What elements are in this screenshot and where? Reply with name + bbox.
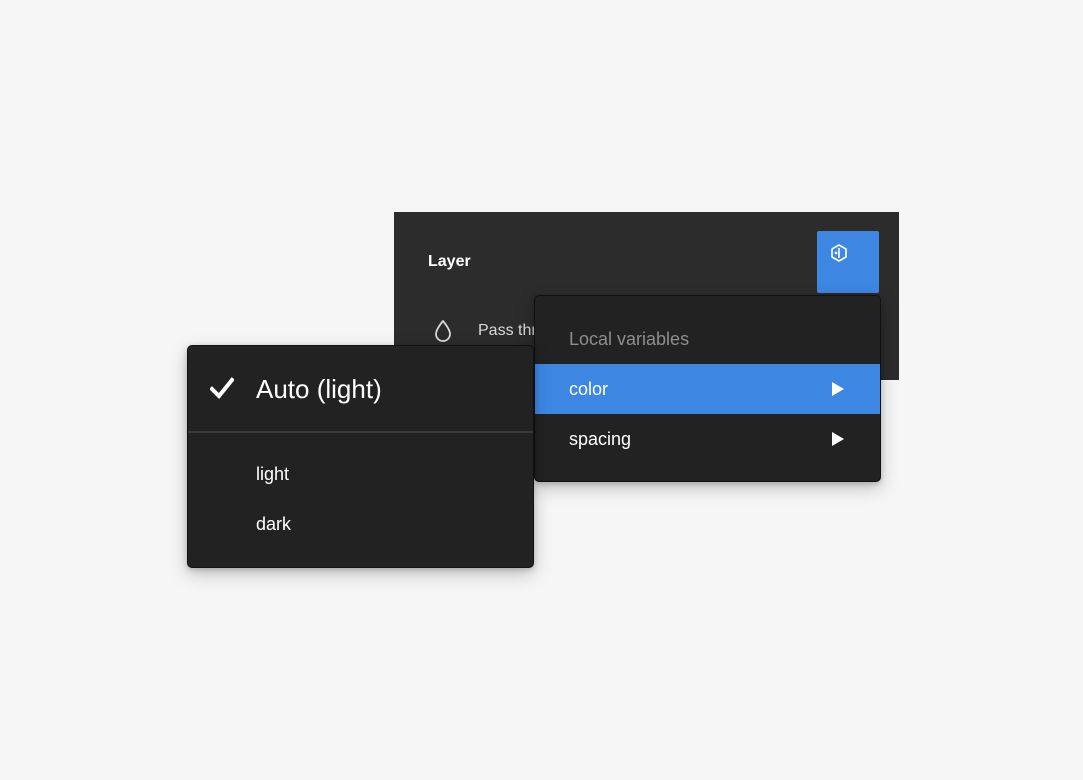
mode-option-dark[interactable]: dark — [256, 513, 291, 535]
menu-item-color[interactable]: color — [535, 364, 880, 414]
layer-title: Layer — [428, 253, 471, 270]
menu-item-label: spacing — [569, 428, 632, 449]
menu-divider — [188, 431, 533, 433]
variable-hexagon-icon — [831, 244, 847, 262]
droplet-icon — [435, 320, 451, 342]
check-icon — [210, 377, 234, 399]
apply-variable-mode-button[interactable] — [817, 231, 879, 293]
menu-item-label: color — [569, 378, 609, 399]
local-variables-menu: Local variables color spacing — [534, 295, 881, 482]
mode-option-auto[interactable]: Auto (light) — [188, 346, 533, 431]
mode-option-light[interactable]: light — [256, 463, 289, 485]
local-variables-header: Local variables — [569, 329, 690, 349]
mode-selected-label: Auto (light) — [256, 374, 382, 404]
chevron-right-icon — [832, 382, 844, 396]
chevron-right-icon — [832, 432, 844, 446]
variable-mode-menu: Auto (light) light dark — [187, 345, 534, 568]
menu-item-spacing[interactable]: spacing — [535, 414, 880, 464]
